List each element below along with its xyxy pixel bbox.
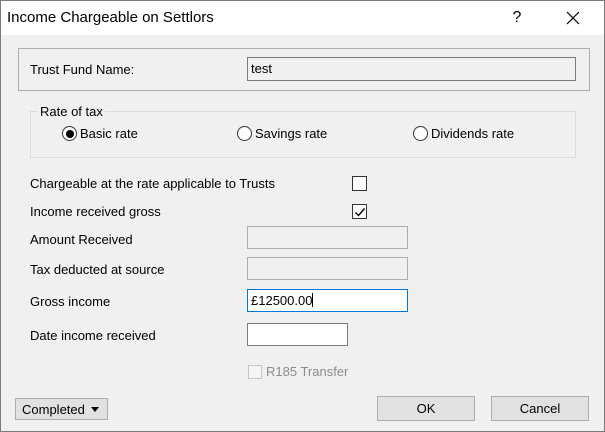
- chargeable-trusts-label: Chargeable at the rate applicable to Tru…: [30, 176, 275, 191]
- dialog-window: Income Chargeable on Settlors ? Trust Fu…: [0, 0, 605, 432]
- ok-button[interactable]: OK: [377, 396, 475, 421]
- radio-circle: [237, 126, 252, 141]
- checkbox-box: [248, 364, 262, 379]
- radio-selected-dot: [65, 129, 74, 138]
- r185-transfer-label: R185 Transfer: [266, 364, 349, 379]
- help-button[interactable]: ?: [494, 1, 540, 35]
- tax-deducted-label: Tax deducted at source: [30, 262, 165, 277]
- gross-income-value: £12500.00: [251, 293, 313, 308]
- close-icon: [566, 11, 580, 25]
- chevron-down-icon: [90, 406, 99, 412]
- amount-received-input[interactable]: [247, 226, 408, 249]
- chargeable-trusts-checkbox[interactable]: [352, 176, 367, 191]
- window-title: Income Chargeable on Settlors: [7, 9, 214, 26]
- radio-basic-rate[interactable]: Basic rate: [62, 126, 138, 141]
- trust-fund-name-field: test: [247, 57, 576, 81]
- checkmark-icon: [354, 207, 365, 217]
- radio-circle: [62, 126, 77, 141]
- gross-income-label: Gross income: [30, 294, 111, 309]
- text-caret: [312, 293, 314, 307]
- date-received-input[interactable]: [247, 323, 348, 346]
- gross-income-input[interactable]: £12500.00: [247, 289, 408, 312]
- rate-of-tax-legend: Rate of tax: [38, 104, 105, 119]
- help-icon: ?: [512, 9, 522, 26]
- r185-transfer-checkbox[interactable]: R185 Transfer: [248, 364, 348, 379]
- radio-label: Basic rate: [80, 126, 138, 141]
- status-label: Completed: [22, 401, 85, 417]
- radio-circle: [413, 126, 428, 141]
- title-bar[interactable]: Income Chargeable on Settlors ?: [1, 1, 604, 35]
- radio-dividends-rate[interactable]: Dividends rate: [413, 126, 514, 141]
- income-gross-label: Income received gross: [30, 204, 161, 219]
- close-button[interactable]: [550, 1, 596, 35]
- radio-savings-rate[interactable]: Savings rate: [237, 126, 327, 141]
- date-received-label: Date income received: [30, 328, 156, 343]
- trust-fund-name-label: Trust Fund Name:: [30, 62, 135, 77]
- amount-received-label: Amount Received: [30, 232, 133, 247]
- radio-label: Savings rate: [255, 126, 328, 141]
- radio-label: Dividends rate: [431, 126, 515, 141]
- status-dropdown-button[interactable]: Completed: [15, 398, 108, 420]
- income-gross-checkbox[interactable]: [352, 204, 367, 219]
- cancel-button[interactable]: Cancel: [491, 396, 589, 421]
- tax-deducted-input[interactable]: [247, 257, 408, 280]
